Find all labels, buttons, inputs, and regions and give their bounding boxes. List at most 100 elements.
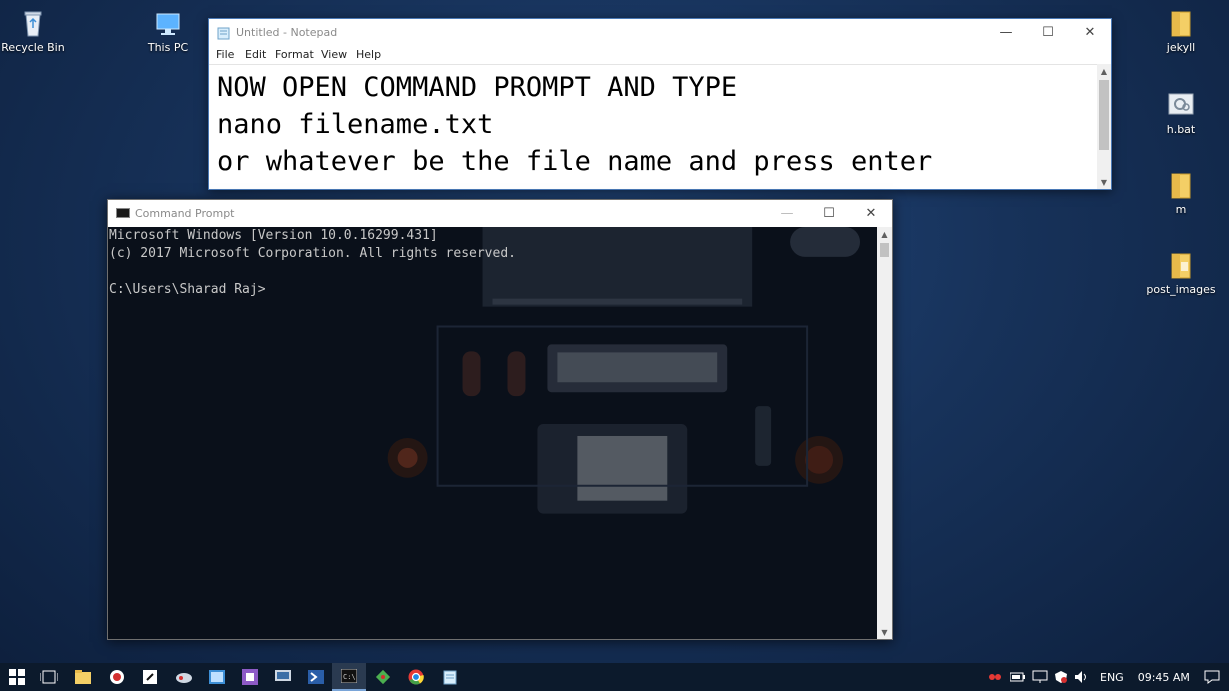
network-icon[interactable] [1032,670,1048,684]
taskbar-app-powershell[interactable] [299,663,333,691]
minimize-button[interactable]: — [985,19,1027,46]
battery-icon[interactable] [1010,671,1026,683]
desktop-icon-m[interactable]: m [1144,170,1218,216]
task-view-button[interactable] [32,663,66,691]
task-view-icon [40,670,58,684]
desktop-icon-label: h.bat [1166,123,1196,136]
vertical-scrollbar[interactable]: ▲ ▼ [877,227,892,639]
taskbar-app-record[interactable] [100,663,134,691]
taskbar-app-git[interactable] [366,663,400,691]
console-line: (c) 2017 Microsoft Corporation. All righ… [109,246,516,261]
chrome-icon [408,669,424,685]
console-output: Microsoft Windows [Version 10.0.16299.43… [108,227,877,299]
batch-file-icon [1168,93,1194,115]
scroll-up-icon[interactable]: ▲ [1097,64,1111,78]
editor-line: nano filename.txt [217,109,494,140]
close-icon: ✕ [865,206,877,221]
menu-file[interactable]: File [216,48,234,61]
start-button[interactable] [0,663,34,691]
desktop-icon-recycle-bin[interactable]: Recycle Bin [0,8,70,54]
svg-text:C:\: C:\ [343,673,356,681]
scrollbar-thumb[interactable] [1099,80,1109,150]
desktop-icon-h-bat[interactable]: h.bat [1144,90,1218,136]
taskbar: C:\ ENG 09:45 AM [0,663,1229,691]
minimize-icon: — [999,25,1013,40]
maximize-button[interactable]: ☐ [1027,19,1069,46]
minimize-button[interactable]: — [766,200,808,227]
notepad-icon [217,27,230,40]
record-app-icon [110,670,124,684]
desktop-icon-jekyll[interactable]: jekyll [1144,8,1218,54]
remote-desktop-icon [275,670,291,681]
maximize-button[interactable]: ☐ [808,200,850,227]
command-prompt-window[interactable]: Command Prompt — ☐ ✕ Microsoft Windows [… [107,199,893,640]
text-editor-area[interactable]: NOW OPEN COMMAND PROMPT AND TYPE nano fi… [209,64,1097,189]
desktop-icon-this-pc[interactable]: This PC [131,8,205,54]
recycle-bin-icon [24,11,42,37]
folder-icon [1171,11,1191,37]
git-icon [375,669,391,685]
taskbar-app-visual-studio[interactable] [233,663,267,691]
scrollbar-thumb[interactable] [880,243,889,257]
photos-app-icon [209,670,225,684]
notepad-titlebar[interactable]: Untitled - Notepad — ☐ ✕ [209,19,1111,46]
start-icon [9,669,25,685]
cmd-titlebar[interactable]: Command Prompt — ☐ ✕ [108,200,892,227]
folder-icon [1171,253,1191,279]
taskbar-app-chrome[interactable] [399,663,433,691]
window-title: Untitled - Notepad [236,26,338,39]
window-title: Command Prompt [135,207,235,220]
computer-icon [156,13,180,35]
desktop-icon-label: This PC [147,41,189,54]
file-explorer-icon [75,670,91,684]
maximize-icon: ☐ [823,206,835,221]
security-icon[interactable] [1054,670,1068,684]
menu-help[interactable]: Help [356,48,381,61]
vertical-scrollbar[interactable]: ▲ ▼ [1097,64,1111,189]
sticky-app-icon [143,670,157,684]
scroll-down-icon[interactable]: ▼ [877,625,892,639]
tray-app-icon[interactable] [988,670,1002,684]
desktop-icon-label: Recycle Bin [1,41,65,54]
minimize-icon: — [780,206,794,221]
menu-edit[interactable]: Edit [245,48,266,61]
visual-studio-icon [242,669,258,685]
console-prompt: C:\Users\Sharad Raj> [109,282,266,297]
scroll-up-icon[interactable]: ▲ [877,227,892,241]
console-line: Microsoft Windows [Version 10.0.16299.43… [109,228,438,243]
system-tray: ENG 09:45 AM [988,663,1220,691]
taskbar-app-cloud[interactable] [167,663,201,691]
taskbar-app-notepad[interactable] [433,663,467,691]
taskbar-app-remote-desktop[interactable] [266,663,300,691]
clock[interactable]: 09:45 AM [1138,671,1190,684]
command-prompt-icon: C:\ [341,669,357,683]
editor-line: NOW OPEN COMMAND PROMPT AND TYPE [217,72,738,103]
volume-icon[interactable] [1074,670,1090,684]
command-prompt-icon [116,208,130,218]
taskbar-app-sticky[interactable] [133,663,167,691]
notepad-icon [443,670,457,685]
cloud-app-icon [176,673,192,683]
taskbar-app-file-explorer[interactable] [66,663,100,691]
desktop-icon-post-images[interactable]: post_images [1144,250,1218,296]
menu-format[interactable]: Format [275,48,314,61]
powershell-icon [308,670,324,684]
close-icon: ✕ [1084,25,1096,40]
console-area[interactable]: Microsoft Windows [Version 10.0.16299.43… [108,227,877,639]
editor-line: or whatever be the file name and press e… [217,146,933,177]
notification-icon[interactable] [1204,670,1220,684]
taskbar-app-command-prompt[interactable]: C:\ [332,663,366,691]
taskbar-app-photos[interactable] [200,663,234,691]
close-button[interactable]: ✕ [1069,19,1111,46]
folder-icon [1171,173,1191,199]
notepad-window[interactable]: Untitled - Notepad — ☐ ✕ File Edit Forma… [208,18,1112,190]
desktop-icon-label: jekyll [1166,41,1196,54]
close-button[interactable]: ✕ [850,200,892,227]
scroll-down-icon[interactable]: ▼ [1097,175,1111,189]
language-indicator[interactable]: ENG [1100,671,1124,684]
desktop-icon-label: post_images [1146,283,1216,296]
maximize-icon: ☐ [1042,25,1054,40]
desktop-icon-label: m [1175,203,1187,216]
menu-bar: File Edit Format View Help [209,46,1111,64]
menu-view[interactable]: View [321,48,347,61]
